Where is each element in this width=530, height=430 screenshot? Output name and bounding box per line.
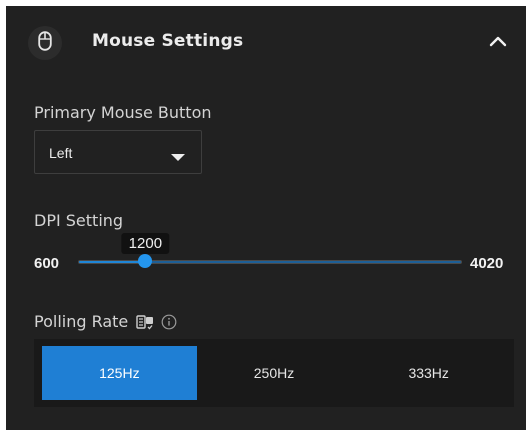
dpi-label: DPI Setting [34,211,124,230]
collapse-button[interactable] [481,26,515,60]
dropdown-selected-value: Left [49,145,73,161]
device-sync-icon [136,314,154,330]
primary-button-dropdown[interactable]: Left [34,130,202,174]
dpi-slider-track[interactable] [78,260,462,264]
mouse-icon-badge [28,26,62,60]
dpi-slider-fill [79,261,147,263]
polling-option-125hz[interactable]: 125Hz [42,346,197,400]
polling-option-333hz[interactable]: 333Hz [351,346,506,400]
primary-button-label: Primary Mouse Button [34,103,212,122]
polling-option-250hz[interactable]: 250Hz [197,346,352,400]
polling-rate-header: Polling Rate [34,312,177,331]
dpi-min-label: 600 [34,255,60,272]
mouse-icon [38,30,52,56]
chevron-up-icon [489,34,507,52]
mouse-settings-panel: Mouse Settings Primary Mouse Button Left… [6,6,526,430]
panel-title: Mouse Settings [92,31,244,51]
dpi-value-tooltip: 1200 [121,233,170,254]
dpi-slider-thumb[interactable] [138,254,153,268]
info-icon[interactable] [161,314,177,330]
polling-rate-selector: 125Hz 250Hz 333Hz [34,339,514,407]
polling-rate-label: Polling Rate [34,312,129,331]
caret-down-icon [171,149,185,167]
dpi-max-label: 4020 [470,255,504,272]
panel-header[interactable]: Mouse Settings [6,6,526,80]
